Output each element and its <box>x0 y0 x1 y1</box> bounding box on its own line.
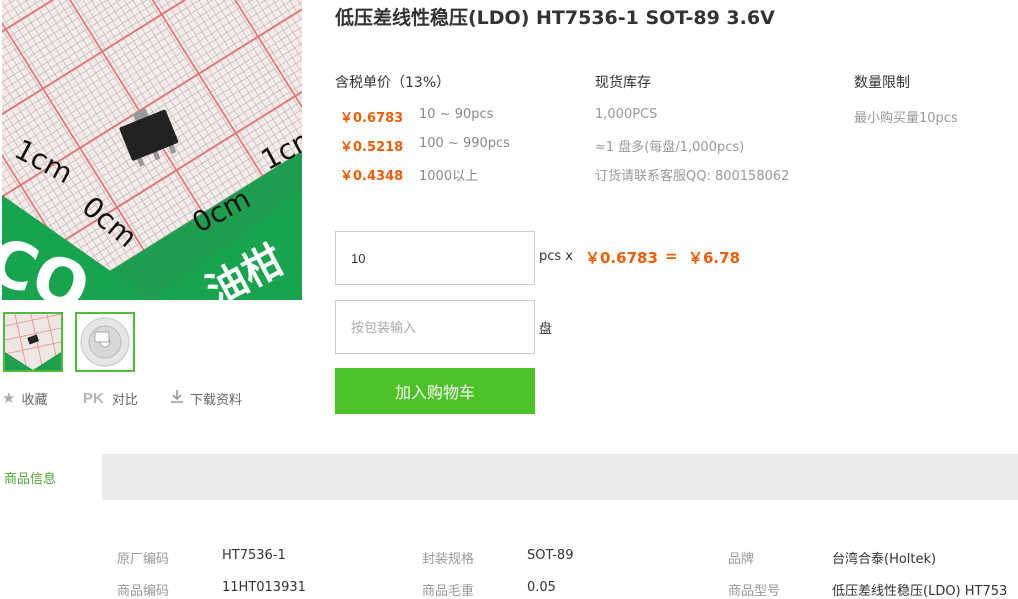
stock-quantity: 1,000PCS <box>595 107 658 122</box>
reel-input[interactable] <box>336 301 534 353</box>
product-title: 低压差线性稳压(LDO) HT7536-1 SOT-89 3.6V <box>335 7 775 29</box>
spec-value: SOT-89 <box>527 548 574 563</box>
tier-range: 10 ~ 90pcs <box>419 107 494 122</box>
tier-range: 100 ~ 990pcs <box>419 136 510 151</box>
spec-value: 台湾合泰(Holtek) <box>832 552 937 567</box>
thumbnail-1[interactable] <box>3 312 63 372</box>
stock-reels: ≈1 盘多(每盘/1,000pcs) <box>595 140 745 155</box>
tab-product-info[interactable]: 商品信息 <box>0 454 102 500</box>
spec-key: 商品型号 <box>728 584 781 599</box>
tab-bar <box>0 454 1018 500</box>
pcs-label: pcs x <box>539 249 573 264</box>
star-icon: ★ <box>2 389 16 407</box>
thumbnail-2[interactable] <box>75 312 135 372</box>
spec-key: 商品毛重 <box>422 584 475 599</box>
equals-sign: = <box>665 247 678 265</box>
tier-range: 1000以上 <box>419 169 479 184</box>
quantity-box <box>335 231 535 285</box>
limit-header: 数量限制 <box>854 75 910 91</box>
tier-price: ￥0.5218 <box>340 140 404 155</box>
total-price: ￥6.78 <box>688 249 741 267</box>
reel-unit-label: 盘 <box>539 322 553 337</box>
compare-button[interactable]: PK 对比 <box>83 389 138 408</box>
favorite-label: 收藏 <box>21 392 48 408</box>
tier-price: ￥0.6783 <box>340 111 404 126</box>
price-header: 含税单价（13%） <box>335 75 451 91</box>
spec-value: 0.05 <box>527 580 556 595</box>
spec-key: 原厂编码 <box>117 552 170 567</box>
compare-label: 对比 <box>111 392 138 408</box>
product-main-image[interactable]: 1cm 0cm 0cm 1cm CO 油柑 <box>2 0 302 300</box>
stock-contact: 订货请联系客服QQ: 800158062 <box>595 169 790 184</box>
add-to-cart-button[interactable]: 加入购物车 <box>335 368 535 414</box>
min-purchase: 最小购买量10pcs <box>854 111 958 126</box>
spec-key: 商品编码 <box>117 584 170 599</box>
spec-value: 低压差线性稳压(LDO) HT753 <box>832 584 1008 599</box>
spec-key: 封装规格 <box>422 552 475 567</box>
pk-icon: PK <box>83 389 104 407</box>
stock-header: 现货库存 <box>595 75 651 91</box>
download-label: 下载资料 <box>190 392 243 408</box>
tier-price: ￥0.4348 <box>340 169 404 184</box>
spec-value: HT7536-1 <box>222 548 286 563</box>
spec-value: 11HT013931 <box>222 580 306 595</box>
download-button[interactable]: 下载资料 <box>170 389 243 408</box>
reel-box <box>335 300 535 354</box>
favorite-button[interactable]: ★ 收藏 <box>2 389 48 408</box>
unit-price: ￥0.6783 <box>585 249 658 267</box>
download-icon <box>170 389 184 407</box>
spec-key: 品牌 <box>728 552 755 567</box>
quantity-input[interactable] <box>336 232 534 284</box>
